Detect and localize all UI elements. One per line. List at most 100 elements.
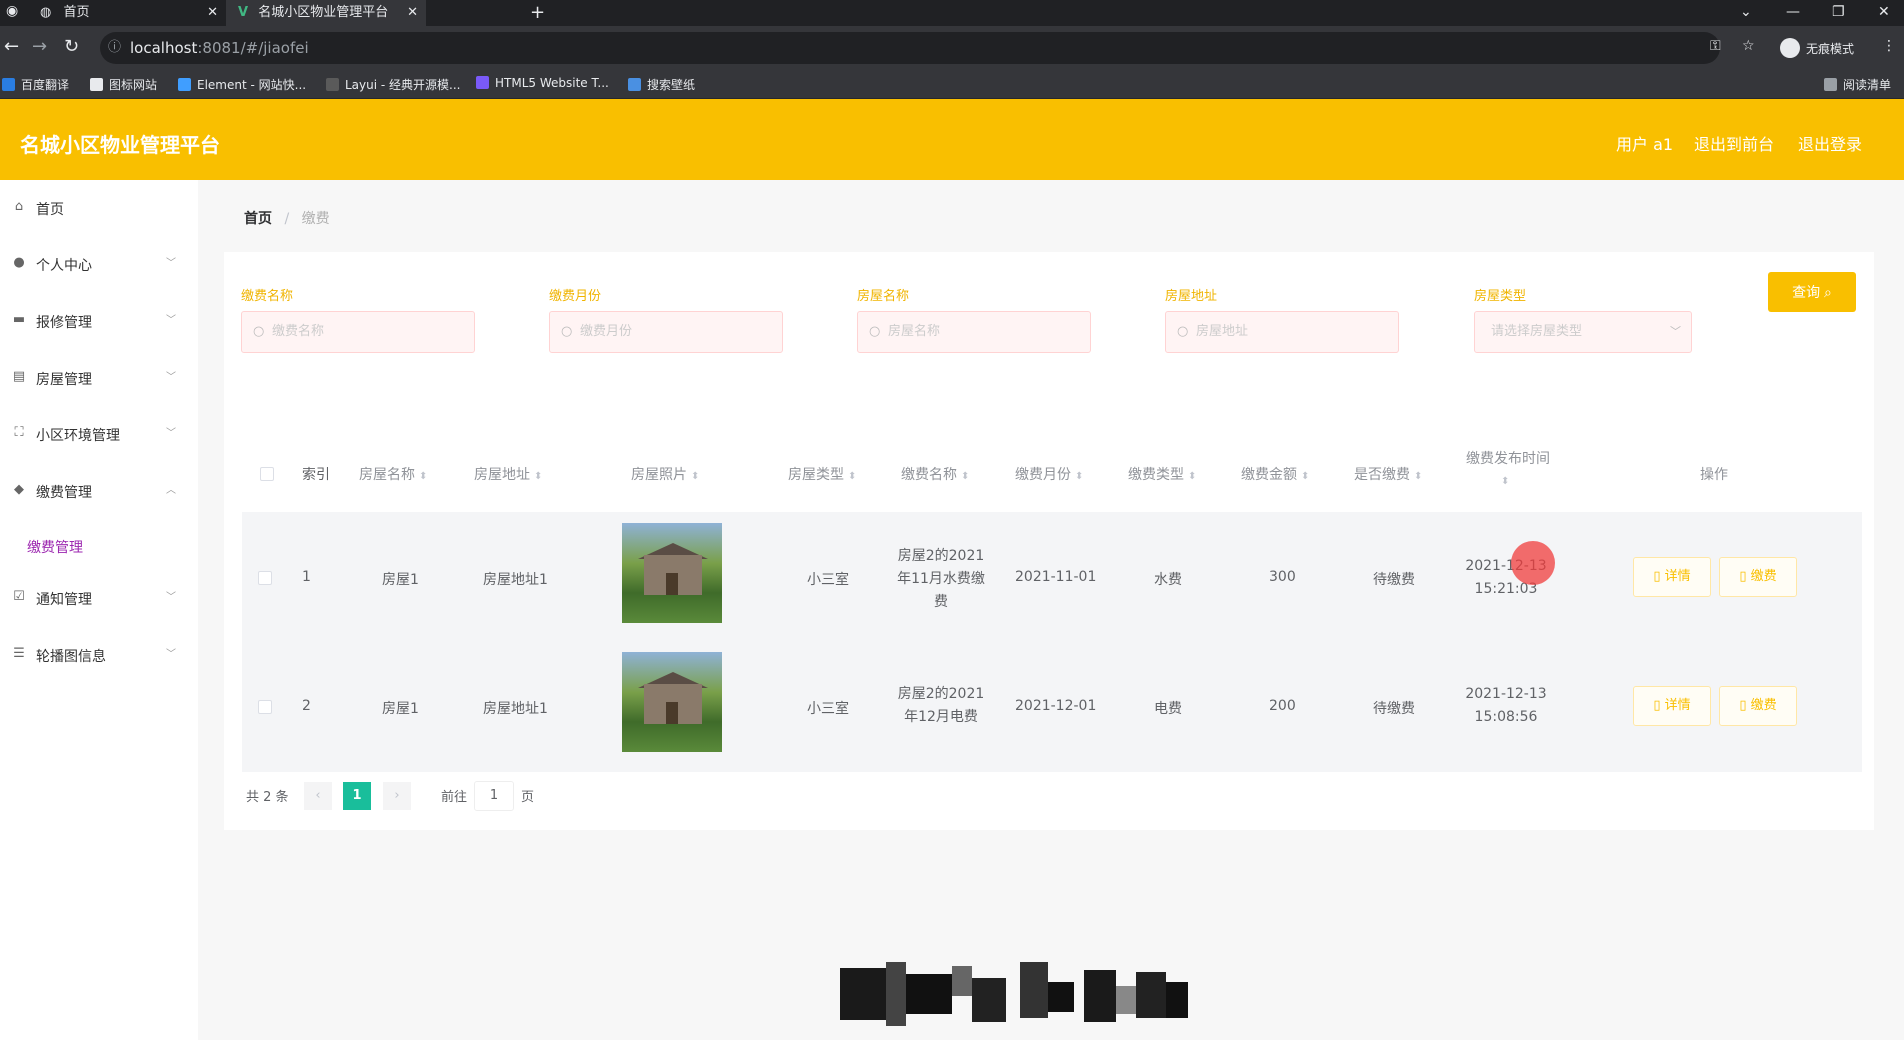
header-label: 是否缴费 [1354, 467, 1410, 483]
sidebar-item-label: 报修管理 [36, 315, 92, 331]
breadcrumb: 首页 / 缴费 [244, 208, 330, 228]
bookmark-item[interactable]: Layui - 经典开源模... [326, 76, 460, 93]
back-to-front-link[interactable]: 退出到前台 [1694, 131, 1774, 155]
sort-icon[interactable]: ⬍ [848, 471, 856, 482]
column-header-fee-month[interactable]: 缴费月份 ⬍ [1015, 464, 1083, 484]
next-page-icon[interactable]: › [383, 782, 411, 810]
incognito-indicator[interactable]: 无痕模式 [1780, 38, 1854, 58]
back-icon[interactable]: ← [4, 36, 19, 57]
column-header-fee-name[interactable]: 缴费名称 ⬍ [901, 464, 969, 484]
url-field[interactable]: ⓘ localhost:8081/#/jiaofei [100, 32, 1720, 64]
sort-icon[interactable]: ⬍ [534, 471, 542, 482]
pay-button[interactable]: ▯ 缴费 [1719, 686, 1797, 726]
sidebar-item-house[interactable]: ▤ 房屋管理 ﹀ [0, 350, 198, 406]
bookmark-item[interactable]: 图标网站 [90, 76, 157, 93]
close-tab-icon[interactable]: ✕ [407, 0, 418, 26]
goto-page-input[interactable]: 1 [474, 781, 514, 811]
sort-icon[interactable]: ⬍ [1075, 471, 1083, 482]
fee-name-input[interactable]: ○ 缴费名称 [241, 311, 475, 353]
filter-label-house-address: 房屋地址 [1165, 289, 1218, 304]
user-label: 用户 a1 [1616, 135, 1674, 154]
row-checkbox[interactable] [258, 700, 272, 714]
prev-page-icon[interactable]: ‹ [304, 782, 332, 810]
reload-icon[interactable]: ↻ [64, 36, 79, 57]
column-header-amount[interactable]: 缴费金额 ⬍ [1241, 464, 1309, 484]
goto-label: 前往 [441, 790, 468, 805]
browser-tab-active[interactable]: V 名城小区物业管理平台 ✕ [226, 0, 426, 26]
bookmark-item[interactable]: 搜索壁纸 [628, 76, 695, 93]
layui-icon [326, 78, 339, 91]
sidebar-item-carousel[interactable]: ☰ 轮播图信息 ﹀ [0, 627, 198, 683]
column-header-house-type[interactable]: 房屋类型 ⬍ [788, 464, 856, 484]
document-icon: ▯ [1653, 698, 1661, 713]
pay-button-label: 缴费 [1750, 569, 1777, 584]
minimize-icon[interactable]: — [1786, 4, 1800, 20]
bookmark-item[interactable]: 百度翻译 [2, 76, 69, 93]
cell-index: 1 [302, 569, 311, 585]
sidebar-item-label: 小区环境管理 [36, 428, 120, 444]
house-address-input[interactable]: ○ 房屋地址 [1165, 311, 1399, 353]
repair-icon: ▬ [12, 312, 26, 327]
cell-fee-month: 2021-11-01 [1015, 569, 1097, 585]
house-photo[interactable] [622, 523, 722, 623]
breadcrumb-separator: / [284, 211, 290, 227]
window-close-icon[interactable]: ✕ [1878, 4, 1890, 20]
browser-tab-home[interactable]: ◍ 首页 ✕ [30, 0, 226, 26]
logout-link[interactable]: 退出登录 [1798, 131, 1862, 155]
vue-logo-icon: V [238, 5, 249, 20]
select-all-checkbox[interactable] [260, 467, 274, 481]
browser-menu-icon[interactable]: ◉ [6, 3, 18, 19]
star-icon[interactable]: ☆ [1742, 38, 1755, 54]
house-name-input[interactable]: ○ 房屋名称 [857, 311, 1091, 353]
query-button[interactable]: 查询 ⌕ [1768, 272, 1856, 312]
url-host: localhost [130, 39, 198, 57]
column-header-fee-type[interactable]: 缴费类型 ⬍ [1128, 464, 1196, 484]
sidebar-item-home[interactable]: ⌂ 首页 [0, 180, 198, 236]
reading-list-icon [1824, 78, 1837, 91]
tab-search-icon[interactable]: ⌄ [1740, 4, 1752, 20]
sort-icon[interactable]: ⬍ [691, 471, 699, 482]
sidebar-subitem-payment-manage[interactable]: 缴费管理 [27, 537, 83, 557]
sort-icon[interactable]: ⬍ [961, 471, 969, 482]
sort-icon[interactable]: ⬍ [1188, 471, 1196, 482]
tab-title: 首页 [63, 5, 90, 20]
key-icon[interactable]: ⚿ [1710, 38, 1721, 54]
sidebar-item-notice[interactable]: ☑ 通知管理 ﹀ [0, 570, 198, 626]
sidebar-item-repair[interactable]: ▬ 报修管理 ﹀ [0, 293, 198, 349]
sidebar-item-payment[interactable]: ◆ 缴费管理 ︿ [0, 463, 198, 519]
column-header-photo[interactable]: 房屋照片 ⬍ [631, 464, 699, 484]
house-type-select[interactable]: 请选择房屋类型 ﹀ [1474, 311, 1692, 353]
pagination-total: 共 2 条 [246, 790, 289, 805]
reading-list[interactable]: 阅读清单 [1824, 76, 1891, 93]
cell-fee-name: 房屋2的2021年11月水费缴费 [897, 548, 985, 610]
fee-month-input[interactable]: ○ 缴费月份 [549, 311, 783, 353]
column-header-house-name[interactable]: 房屋名称 ⬍ [359, 464, 427, 484]
address-bar-area: ← → ↻ ⓘ localhost:8081/#/jiaofei ⚿ ☆ 无痕模… [0, 26, 1904, 71]
page-number-active[interactable]: 1 [343, 782, 371, 810]
column-header-publish-time[interactable]: 缴费发布时间 [1466, 448, 1550, 468]
sort-icon[interactable]: ⬍ [1301, 471, 1309, 482]
cell-amount: 200 [1269, 698, 1296, 714]
new-tab-icon[interactable]: + [530, 2, 545, 23]
sort-icon[interactable]: ⬍ [1414, 471, 1422, 482]
close-tab-icon[interactable]: ✕ [207, 0, 218, 26]
more-menu-icon[interactable]: ⋮ [1882, 38, 1896, 54]
detail-button[interactable]: ▯ 详情 [1633, 686, 1711, 726]
column-header-house-address[interactable]: 房屋地址 ⬍ [474, 464, 542, 484]
search-icon: ○ [1177, 324, 1189, 339]
bookmark-item[interactable]: Element - 网站快... [178, 76, 306, 93]
detail-button[interactable]: ▯ 详情 [1633, 557, 1711, 597]
cell-fee-type: 电费 [1154, 701, 1182, 717]
bookmark-item[interactable]: HTML5 Website T... [476, 76, 609, 90]
pay-button[interactable]: ▯ 缴费 [1719, 557, 1797, 597]
sort-icon[interactable]: ⬍ [1501, 476, 1509, 487]
house-photo[interactable] [622, 652, 722, 752]
sidebar-item-environment[interactable]: ⛶ 小区环境管理 ﹀ [0, 406, 198, 462]
sort-icon[interactable]: ⬍ [419, 471, 427, 482]
restore-icon[interactable]: ❐ [1832, 4, 1845, 20]
forward-icon[interactable]: → [32, 36, 47, 57]
column-header-paid[interactable]: 是否缴费 ⬍ [1354, 464, 1422, 484]
breadcrumb-home[interactable]: 首页 [244, 211, 272, 227]
row-checkbox[interactable] [258, 571, 272, 585]
sidebar-item-profile[interactable]: ● 个人中心 ﹀ [0, 236, 198, 292]
